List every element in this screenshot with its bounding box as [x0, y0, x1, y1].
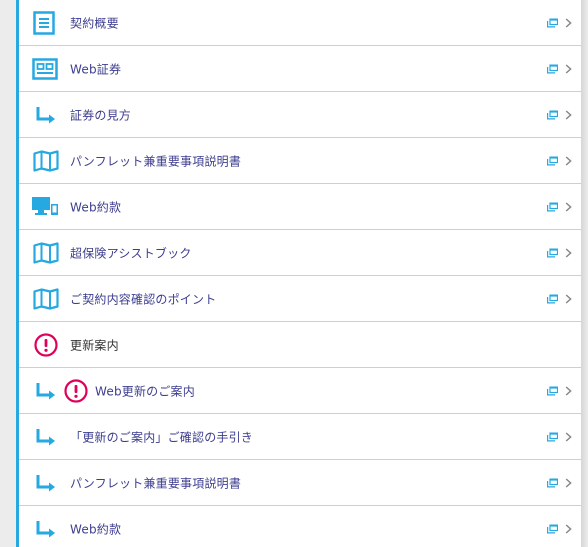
menu-item-label: パンフレット兼重要事項説明書 — [70, 154, 242, 168]
external-window-icon — [547, 110, 558, 119]
map-icon — [33, 149, 59, 172]
menu-item-renewal-guide-manual[interactable]: 「更新のご案内」ご確認の手引き — [19, 414, 581, 460]
chevron-right-icon — [565, 431, 572, 442]
chevron-right-icon — [565, 293, 572, 304]
chevron-right-icon — [565, 109, 572, 120]
arrow-sub-icon — [36, 520, 56, 538]
menu-item-label: パンフレット兼重要事項説明書 — [70, 476, 242, 490]
alert-icon — [34, 332, 58, 357]
external-window-icon — [547, 386, 558, 395]
arrow-sub-icon — [36, 428, 56, 446]
external-window-icon — [547, 202, 558, 211]
chevron-right-icon — [565, 155, 572, 166]
page-edge-shadow — [581, 0, 588, 547]
menu-item-label: 超保険アシストブック — [70, 246, 192, 260]
chevron-right-icon — [565, 477, 572, 488]
alert-icon — [64, 378, 88, 403]
menu-item-label: Web約款 — [70, 522, 122, 536]
menu-item-web-certificate[interactable]: Web証券 — [19, 46, 581, 92]
menu-item-pamphlet[interactable]: パンフレット兼重要事項説明書 — [19, 138, 581, 184]
menu-item-label: 契約概要 — [70, 16, 119, 30]
menu-item-label: 証券の見方 — [70, 108, 132, 122]
external-window-icon — [547, 156, 558, 165]
external-window-icon — [547, 294, 558, 303]
map-icon — [33, 241, 59, 264]
map-icon — [33, 287, 59, 310]
menu-item-label: 「更新のご案内」ご確認の手引き — [70, 430, 254, 444]
menu-item-web-renewal-guide[interactable]: Web更新のご案内 — [19, 368, 581, 414]
menu-item-label: Web約款 — [70, 200, 122, 214]
menu-item-contract-check-points[interactable]: ご契約内容確認のポイント — [19, 276, 581, 322]
chevron-right-icon — [565, 385, 572, 396]
chevron-right-icon — [565, 63, 572, 74]
section-header-renewal: 更新案内 — [19, 322, 581, 368]
arrow-sub-icon — [36, 382, 56, 400]
menu-item-renewal-web-terms[interactable]: Web約款 — [19, 506, 581, 547]
chevron-right-icon — [565, 523, 572, 534]
external-window-icon — [547, 64, 558, 73]
menu-item-how-to-read-certificate[interactable]: 証券の見方 — [19, 92, 581, 138]
chevron-right-icon — [565, 247, 572, 258]
arrow-sub-icon — [36, 474, 56, 492]
menu-item-assist-book[interactable]: 超保険アシストブック — [19, 230, 581, 276]
menu-item-contract-summary[interactable]: 契約概要 — [19, 0, 581, 46]
external-window-icon — [547, 524, 558, 533]
arrow-sub-icon — [36, 106, 56, 124]
external-window-icon — [547, 248, 558, 257]
chevron-right-icon — [565, 201, 572, 212]
external-window-icon — [547, 432, 558, 441]
chevron-right-icon — [565, 17, 572, 28]
document-menu: 契約概要 Web証券 証券の見方 パンフレット兼重要事項説明書 Web約款 超保… — [16, 0, 581, 547]
section-header-label: 更新案内 — [70, 338, 119, 352]
menu-item-renewal-pamphlet[interactable]: パンフレット兼重要事項説明書 — [19, 460, 581, 506]
menu-item-label: Web証券 — [70, 62, 122, 76]
devices-icon — [31, 196, 59, 218]
external-window-icon — [547, 18, 558, 27]
menu-item-label: Web更新のご案内 — [95, 384, 195, 398]
id-card-icon — [32, 57, 58, 80]
document-list-icon — [33, 10, 55, 35]
menu-item-web-terms[interactable]: Web約款 — [19, 184, 581, 230]
menu-item-label: ご契約内容確認のポイント — [70, 292, 217, 306]
external-window-icon — [547, 478, 558, 487]
